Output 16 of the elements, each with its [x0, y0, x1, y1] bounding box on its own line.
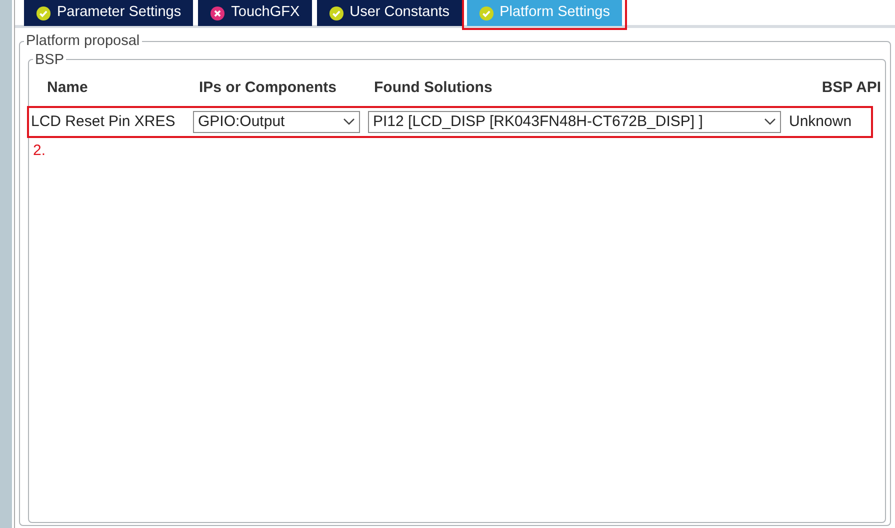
table-cell-text: Unknown	[789, 112, 853, 132]
column-header: IPs or Components	[198, 78, 338, 98]
column-header: Name	[46, 78, 89, 98]
dropdown[interactable]: PI12 [LCD_DISP [RK043FN48H-CT672B_DISP] ]	[368, 110, 781, 133]
tab[interactable]: TouchGFX	[198, 0, 312, 26]
column-header: BSP API	[820, 78, 881, 98]
panel-title: BSP	[34, 52, 66, 67]
table-cell-text: LCD Reset Pin XRES	[31, 112, 176, 132]
tab[interactable]: User Constants	[316, 0, 462, 26]
annotation-label: 2.	[33, 141, 47, 161]
caret-icon	[764, 118, 776, 126]
column-header: Found Solutions	[373, 78, 494, 98]
tab[interactable]: Parameter Settings	[24, 0, 194, 26]
dropdown[interactable]: GPIO:Output	[193, 110, 360, 133]
caret-icon	[343, 118, 355, 126]
panel-title: Platform proposal	[25, 34, 141, 48]
